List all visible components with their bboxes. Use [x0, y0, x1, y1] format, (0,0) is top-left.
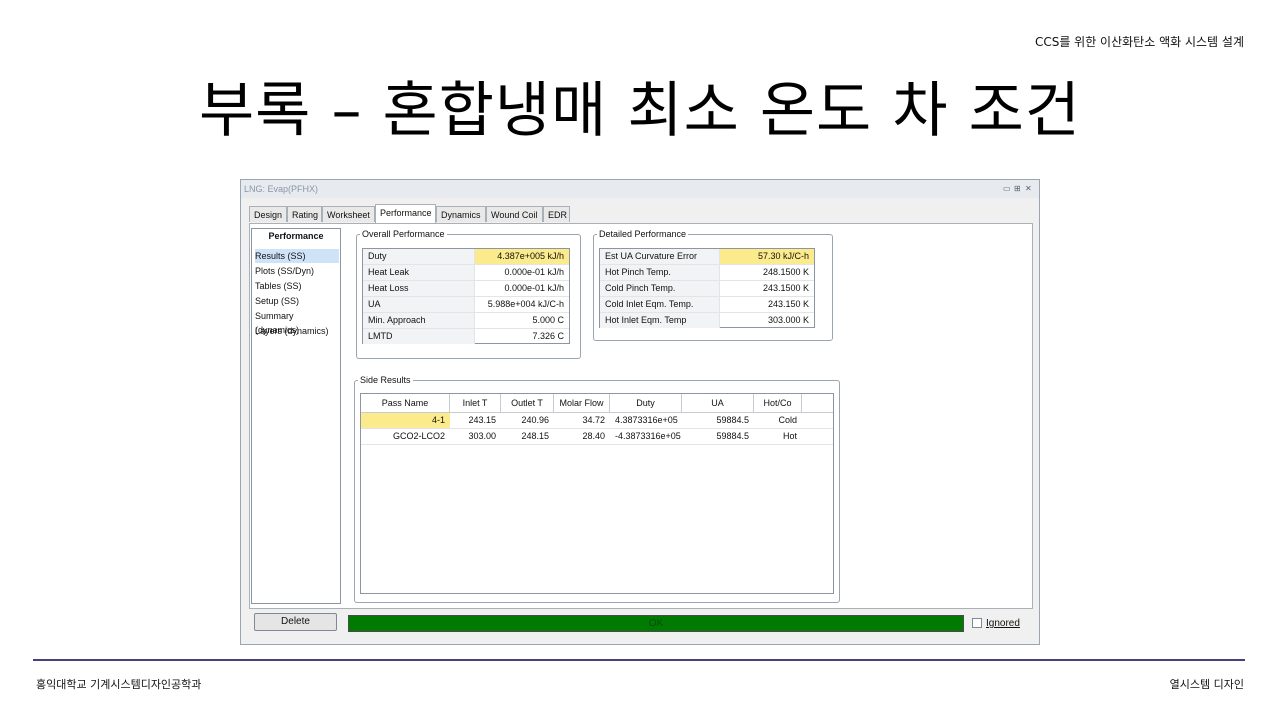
- overall-performance-grid: Duty 4.387e+005 kJ/h Heat Leak 0.000e-01…: [362, 248, 570, 344]
- row-label: Est UA Curvature Error: [600, 249, 720, 264]
- row-label: Hot Pinch Temp.: [600, 265, 720, 280]
- col-pass-name[interactable]: Pass Name: [361, 394, 450, 412]
- col-hot-cold[interactable]: Hot/Co: [754, 394, 802, 412]
- col-ua[interactable]: UA: [682, 394, 754, 412]
- ua-curvature-value[interactable]: 57.30 kJ/C-h: [720, 249, 814, 264]
- row-label: Heat Leak: [363, 265, 475, 280]
- col-duty[interactable]: Duty: [610, 394, 682, 412]
- side-results-table: Pass Name Inlet T Outlet T Molar Flow Du…: [360, 393, 834, 594]
- ignored-checkbox[interactable]: [972, 618, 982, 628]
- sidebar-item-results[interactable]: Results (SS): [255, 249, 339, 263]
- restore-icon[interactable]: ⊞: [1014, 184, 1021, 193]
- row-label: Min. Approach: [363, 313, 475, 328]
- detailed-row-hot-pinch: Hot Pinch Temp. 248.1500 K: [600, 265, 814, 281]
- overall-row-heat-leak: Heat Leak 0.000e-01 kJ/h: [363, 265, 569, 281]
- pass-name-cell[interactable]: 4-1: [361, 413, 450, 428]
- sidebar-item-plots[interactable]: Plots (SS/Dyn): [255, 264, 339, 278]
- ua-cell[interactable]: 59884.5: [682, 429, 754, 444]
- row-label: UA: [363, 297, 475, 312]
- heat-loss-value[interactable]: 0.000e-01 kJ/h: [475, 281, 569, 296]
- detailed-performance-label: Detailed Performance: [597, 229, 689, 239]
- detailed-performance-grid: Est UA Curvature Error 57.30 kJ/C-h Hot …: [599, 248, 815, 328]
- sidebar-item-layers[interactable]: Layers (dynamics): [255, 324, 339, 338]
- overall-row-lmtd: LMTD 7.326 C: [363, 329, 569, 345]
- detailed-row-cold-inlet: Cold Inlet Eqm. Temp. 243.150 K: [600, 297, 814, 313]
- ua-value[interactable]: 5.988e+004 kJ/C-h: [475, 297, 569, 312]
- minimize-icon[interactable]: ▭: [1003, 184, 1011, 193]
- slide-title: 부록 – 혼합냉매 최소 온도 차 조건: [198, 76, 1082, 146]
- window-titlebar: LNG: Evap(PFHX) ▭ ⊞ ✕: [241, 180, 1039, 198]
- molar-flow-cell[interactable]: 34.72: [554, 413, 610, 428]
- delete-button[interactable]: Delete: [254, 613, 337, 631]
- hot-pinch-value[interactable]: 248.1500 K: [720, 265, 814, 280]
- heat-leak-value[interactable]: 0.000e-01 kJ/h: [475, 265, 569, 280]
- side-results-label: Side Results: [358, 375, 413, 385]
- footer-right: 열시스템 디자인: [1169, 678, 1244, 691]
- row-label: Cold Pinch Temp.: [600, 281, 720, 296]
- pass-name-cell[interactable]: GCO2-LCO2: [361, 429, 450, 444]
- detailed-row-hot-inlet: Hot Inlet Eqm. Temp 303.000 K: [600, 313, 814, 329]
- window-title: LNG: Evap(PFHX): [244, 184, 319, 194]
- row-label: Heat Loss: [363, 281, 475, 296]
- table-row: GCO2-LCO2 303.00 248.15 28.40 -4.3873316…: [361, 429, 833, 445]
- overall-row-min-approach: Min. Approach 5.000 C: [363, 313, 569, 329]
- table-row: 4-1 243.15 240.96 34.72 4.3873316e+05 59…: [361, 413, 833, 429]
- col-molar-flow[interactable]: Molar Flow: [554, 394, 610, 412]
- duty-value[interactable]: 4.387e+005 kJ/h: [475, 249, 569, 264]
- footer-left: 홍익대학교 기계시스템디자인공학과: [36, 678, 202, 691]
- inlet-t-cell[interactable]: 303.00: [450, 429, 501, 444]
- sidebar-item-summary[interactable]: Summary (dynamics): [255, 309, 339, 335]
- sidebar-item-tables[interactable]: Tables (SS): [255, 279, 339, 293]
- overall-row-ua: UA 5.988e+004 kJ/C-h: [363, 297, 569, 313]
- overall-row-duty: Duty 4.387e+005 kJ/h: [363, 249, 569, 265]
- table-header: Pass Name Inlet T Outlet T Molar Flow Du…: [361, 394, 833, 413]
- overall-performance-label: Overall Performance: [360, 229, 447, 239]
- row-label: LMTD: [363, 329, 475, 344]
- min-approach-value[interactable]: 5.000 C: [475, 313, 569, 328]
- overall-row-heat-loss: Heat Loss 0.000e-01 kJ/h: [363, 281, 569, 297]
- cold-inlet-value[interactable]: 243.150 K: [720, 297, 814, 312]
- tab-worksheet[interactable]: Worksheet: [322, 206, 375, 222]
- status-bar: OK: [348, 615, 964, 632]
- performance-sidebar: Performance Results (SS) Plots (SS/Dyn) …: [251, 228, 341, 604]
- ua-cell[interactable]: 59884.5: [682, 413, 754, 428]
- hot-inlet-value[interactable]: 303.000 K: [720, 313, 814, 328]
- close-icon[interactable]: ✕: [1025, 184, 1032, 193]
- slide-header: CCS를 위한 이산화탄소 액화 시스템 설계: [1034, 35, 1244, 49]
- tab-wound-coil[interactable]: Wound Coil: [486, 206, 543, 222]
- row-label: Cold Inlet Eqm. Temp.: [600, 297, 720, 312]
- footer-divider: [33, 659, 1245, 661]
- detailed-row-cold-pinch: Cold Pinch Temp. 243.1500 K: [600, 281, 814, 297]
- tab-performance[interactable]: Performance: [375, 204, 436, 223]
- sidebar-heading: Performance: [268, 231, 324, 241]
- detailed-row-ua-curvature: Est UA Curvature Error 57.30 kJ/C-h: [600, 249, 814, 265]
- hot-cold-cell[interactable]: Hot: [754, 429, 802, 444]
- cold-pinch-value[interactable]: 243.1500 K: [720, 281, 814, 296]
- duty-cell[interactable]: 4.3873316e+05: [610, 413, 682, 428]
- inlet-t-cell[interactable]: 243.15: [450, 413, 501, 428]
- outlet-t-cell[interactable]: 240.96: [501, 413, 554, 428]
- pfhx-window: LNG: Evap(PFHX) ▭ ⊞ ✕ Design Rating Work…: [240, 179, 1040, 645]
- sidebar-item-setup[interactable]: Setup (SS): [255, 294, 339, 308]
- tab-rating[interactable]: Rating: [287, 206, 322, 222]
- col-outlet-t[interactable]: Outlet T: [501, 394, 554, 412]
- tab-dynamics[interactable]: Dynamics: [436, 206, 486, 222]
- duty-cell[interactable]: -4.3873316e+05: [610, 429, 682, 444]
- ignored-label[interactable]: Ignored: [986, 618, 1020, 629]
- row-label: Hot Inlet Eqm. Temp: [600, 313, 720, 328]
- tab-edr[interactable]: EDR: [543, 206, 570, 222]
- row-label: Duty: [363, 249, 475, 264]
- outlet-t-cell[interactable]: 248.15: [501, 429, 554, 444]
- lmtd-value[interactable]: 7.326 C: [475, 329, 569, 344]
- molar-flow-cell[interactable]: 28.40: [554, 429, 610, 444]
- col-inlet-t[interactable]: Inlet T: [450, 394, 501, 412]
- hot-cold-cell[interactable]: Cold: [754, 413, 802, 428]
- tab-design[interactable]: Design: [249, 206, 287, 222]
